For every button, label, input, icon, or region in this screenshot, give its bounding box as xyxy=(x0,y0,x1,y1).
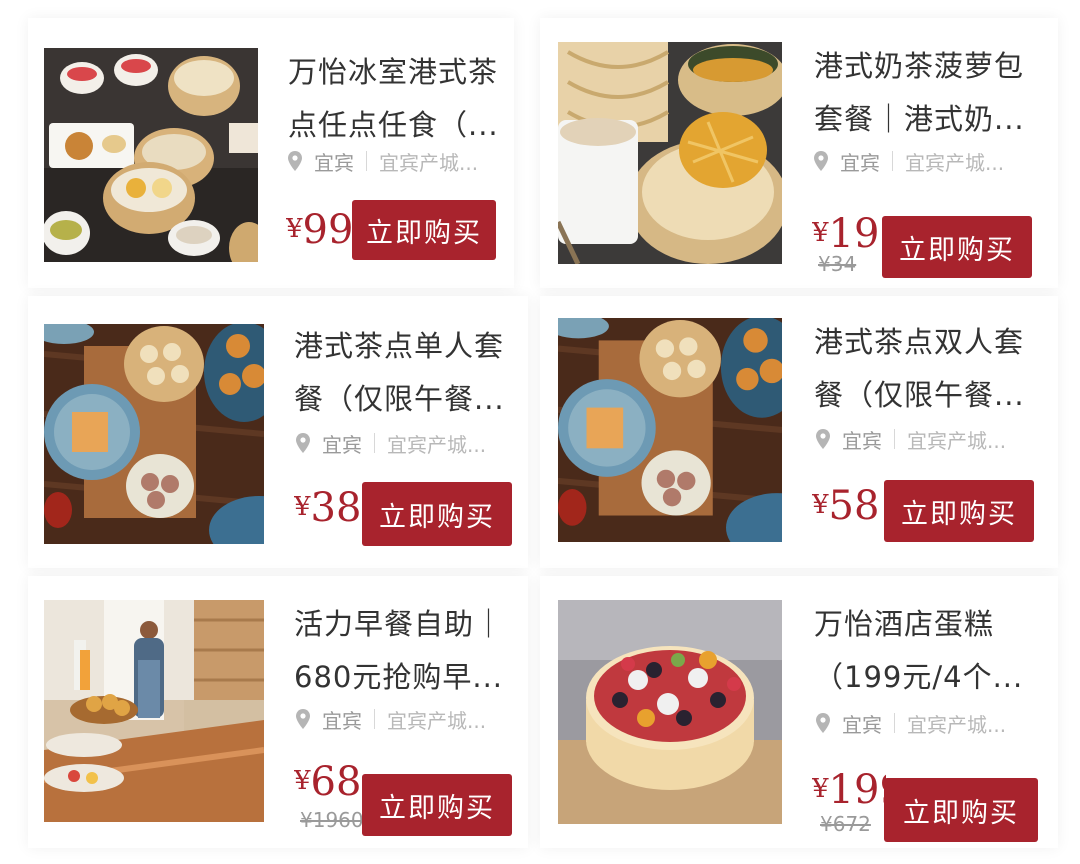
location-city: 宜宾 xyxy=(322,708,362,733)
location-row: 宜宾 宜宾产城... xyxy=(296,704,520,734)
location-city: 宜宾 xyxy=(840,150,880,175)
product-image-breakfast-buffet[interactable] xyxy=(44,600,264,822)
product-title[interactable]: 港式茶点单人套 餐（仅限午餐... xyxy=(294,320,520,426)
product-price: ¥99 xyxy=(286,210,354,250)
location-address: 宜宾产城... xyxy=(387,432,487,457)
product-card[interactable]: 万怡冰室港式茶 点任点任食（... 宜宾 宜宾产城... ¥99 立即购买 xyxy=(28,18,514,288)
product-title[interactable]: 万怡冰室港式茶 点任点任食（... xyxy=(288,46,500,152)
location-address: 宜宾产城... xyxy=(387,708,487,733)
location-pin-icon xyxy=(288,151,302,171)
divider xyxy=(374,709,375,729)
location-row: 宜宾 宜宾产城... xyxy=(816,708,1040,738)
location-pin-icon xyxy=(296,433,310,453)
product-image-fruit-cake[interactable] xyxy=(558,600,782,824)
location-address: 宜宾产城... xyxy=(907,712,1007,737)
product-image-milk-tea-pineapple-bun[interactable] xyxy=(558,42,782,264)
product-price: ¥38 xyxy=(294,488,362,528)
location-pin-icon xyxy=(816,429,830,449)
product-card[interactable]: 活力早餐自助｜ 680元抢购早... 宜宾 宜宾产城... ¥68 ¥1960 立… xyxy=(28,576,528,848)
location-address: 宜宾产城... xyxy=(905,150,1005,175)
location-city: 宜宾 xyxy=(314,150,354,175)
divider xyxy=(892,151,893,171)
product-price: ¥19. xyxy=(812,214,880,254)
buy-now-button[interactable]: 立即购买 xyxy=(352,200,496,260)
product-card[interactable]: 万怡酒店蛋糕（199元/4个... 宜宾 宜宾产城... ¥199 ¥672 立… xyxy=(540,576,1058,848)
product-image-dimsum-single-set[interactable] xyxy=(44,324,264,544)
location-address: 宜宾产城... xyxy=(907,428,1007,453)
location-city: 宜宾 xyxy=(322,432,362,457)
original-price: ¥672 xyxy=(820,812,871,836)
location-row: 宜宾 宜宾产城... xyxy=(288,146,500,176)
buy-now-button[interactable]: 立即购买 xyxy=(362,482,512,546)
product-price: ¥58 xyxy=(812,486,880,526)
divider xyxy=(894,713,895,733)
product-image-dimsum-spread[interactable] xyxy=(44,48,258,262)
product-title[interactable]: 港式奶茶菠萝包 套餐｜港式奶... xyxy=(814,40,1040,146)
product-title[interactable]: 万怡酒店蛋糕 （199元/4个... xyxy=(814,598,1040,704)
location-row: 宜宾 宜宾产城... xyxy=(296,428,520,458)
buy-now-button[interactable]: 立即购买 xyxy=(362,774,512,836)
original-price: ¥34 xyxy=(818,252,857,276)
product-title[interactable]: 活力早餐自助｜ 680元抢购早... xyxy=(294,598,520,704)
location-pin-icon xyxy=(816,713,830,733)
location-pin-icon xyxy=(296,709,310,729)
location-city: 宜宾 xyxy=(842,712,882,737)
original-price: ¥1960 xyxy=(300,808,364,832)
divider xyxy=(374,433,375,453)
location-address: 宜宾产城... xyxy=(379,150,479,175)
product-price: ¥68 xyxy=(294,762,362,802)
location-pin-icon xyxy=(814,151,828,171)
buy-now-button[interactable]: 立即购买 xyxy=(884,480,1034,542)
product-card[interactable]: 港式茶点单人套 餐（仅限午餐... 宜宾 宜宾产城... ¥38 立即购买 xyxy=(28,296,528,568)
product-card[interactable]: 港式茶点双人套 餐（仅限午餐... 宜宾 宜宾产城... ¥58 立即购买 xyxy=(540,296,1058,568)
buy-now-button[interactable]: 立即购买 xyxy=(882,216,1032,278)
product-price: ¥199 xyxy=(812,770,886,810)
location-row: 宜宾 宜宾产城... xyxy=(816,424,1040,454)
product-title[interactable]: 港式茶点双人套 餐（仅限午餐... xyxy=(814,316,1040,422)
divider xyxy=(366,151,367,171)
location-city: 宜宾 xyxy=(842,428,882,453)
product-image-dimsum-double-set[interactable] xyxy=(558,318,782,542)
divider xyxy=(894,429,895,449)
buy-now-button[interactable]: 立即购买 xyxy=(884,778,1038,842)
product-card[interactable]: 港式奶茶菠萝包套餐｜港式奶... 宜宾 宜宾产城... ¥19. ¥34 立即购… xyxy=(540,18,1058,288)
location-row: 宜宾 宜宾产城... xyxy=(814,146,1040,176)
